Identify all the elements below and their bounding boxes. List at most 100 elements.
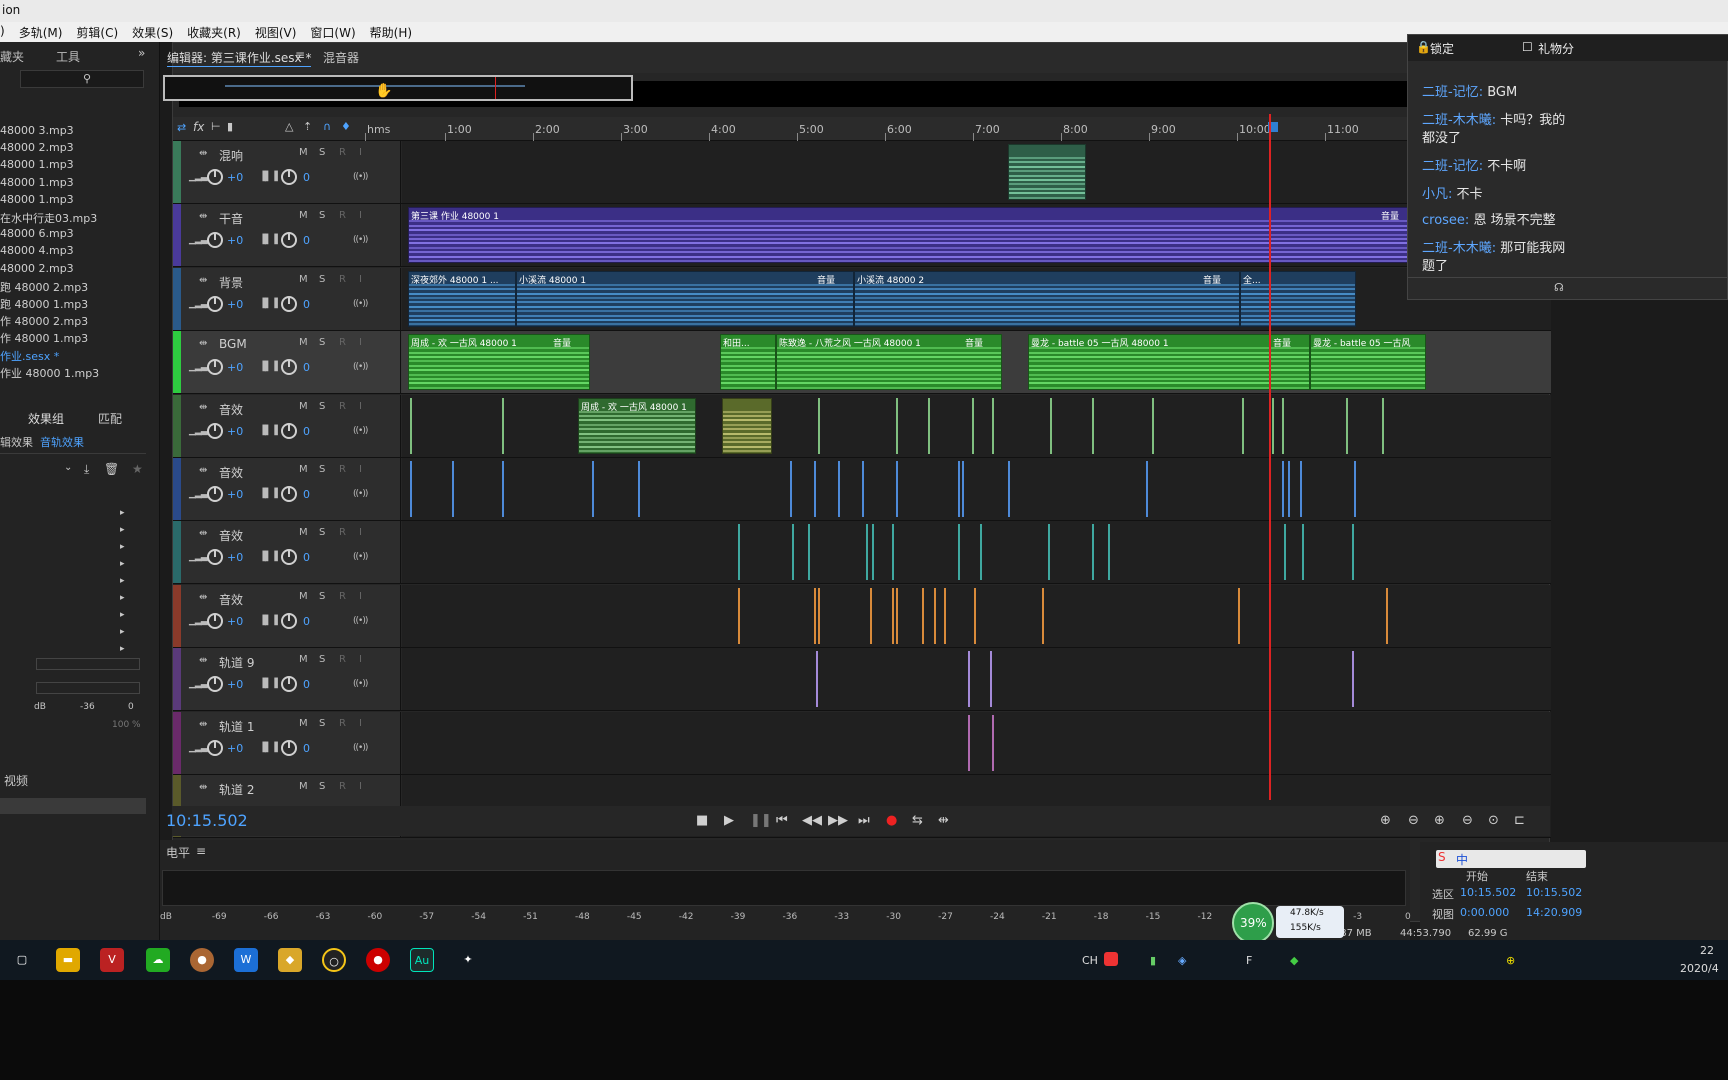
sfx-clip[interactable] [814,461,816,517]
audio-clip[interactable]: 全... [1240,270,1356,327]
zoom-in-amplitude-icon[interactable]: ⊕ [1380,813,1391,828]
read-automation-icon[interactable]: ((•)) [353,426,368,436]
volume-knob[interactable] [207,232,223,249]
record-app-icon[interactable]: ● [366,948,390,972]
clock-time[interactable]: 22 [1700,944,1714,957]
zoom-full-icon[interactable]: ⊙ [1488,813,1499,828]
pan-knob[interactable] [281,612,297,629]
sfx-clip[interactable] [944,587,946,644]
arm-record-button[interactable]: R [339,781,346,792]
sfx-clip[interactable] [1354,461,1356,517]
zoom-out-amplitude-icon[interactable]: ⊖ [1408,813,1419,828]
zoom-out-time-icon[interactable]: ⊖ [1462,813,1473,828]
eq-icon[interactable]: ▮ [227,120,233,133]
pan-value[interactable]: 0 [303,488,310,501]
volume-knob[interactable] [207,295,223,312]
avatar-app-icon[interactable]: ● [190,948,214,972]
input-monitor-button[interactable]: I [359,464,362,475]
track-name[interactable]: 轨道 9 [219,654,254,671]
sfx-clip[interactable] [872,524,874,581]
sfx-clip[interactable] [808,524,810,581]
volume-value[interactable]: +0 [227,551,243,564]
pan-knob[interactable] [281,739,297,756]
sfx-clip[interactable] [862,461,864,517]
sfx-clip[interactable] [452,461,454,517]
file-list-item[interactable]: 48000 2.mp3 [0,141,74,154]
pan-knob[interactable] [281,486,297,502]
volume-knob[interactable] [207,549,223,566]
selection-end[interactable]: 10:15.502 [1526,886,1582,899]
chat-username[interactable]: 二班-木木曦: [1422,241,1496,256]
rewind-button[interactable]: ◀◀ [802,813,822,828]
sfx-clip[interactable] [1386,587,1388,644]
mute-button[interactable]: M [299,274,308,285]
menu-effects[interactable]: 效果(S) [125,22,180,42]
read-automation-icon[interactable]: ((•)) [353,299,368,309]
zoom-selection-icon[interactable]: ⊏ [1514,813,1525,828]
volume-value[interactable]: +0 [227,171,243,184]
mute-button[interactable]: M [299,210,308,221]
game-icon[interactable]: ◆ [278,948,302,972]
metronome-icon[interactable]: △ [285,120,293,133]
sfx-clip[interactable] [934,587,936,644]
audio-clip[interactable]: 和田... [720,334,776,391]
shield-icon[interactable]: ◆ [1290,954,1298,967]
arm-record-button[interactable]: R [339,337,346,348]
chat-username[interactable]: 小凡: [1422,187,1452,202]
arm-record-button[interactable]: R [339,718,346,729]
lock-icon[interactable]: 🔒 [1416,40,1431,54]
read-automation-icon[interactable]: ((•)) [353,362,368,372]
pan-knob[interactable] [281,422,297,439]
arm-record-button[interactable]: R [339,147,346,158]
sfx-clip[interactable] [792,524,794,581]
time-display[interactable]: 10:15.502 [166,811,248,830]
track-name[interactable]: 背景 [219,274,243,291]
track-header[interactable]: ⇹ 音效 M S R I ▁▂▃ +0 ▐▌▐ 0 ((•)) [173,458,401,520]
view-end[interactable]: 14:20.909 [1526,906,1582,919]
battery-icon[interactable]: ▮ [1150,954,1156,967]
sfx-clip[interactable] [1300,461,1302,517]
lock-label[interactable]: 锁定 [1430,40,1454,57]
track-name[interactable]: 音效 [219,401,243,418]
input-monitor-button[interactable]: I [359,401,362,412]
sfx-clip[interactable] [928,397,930,454]
menu-favorites[interactable]: 收藏夹(R) [180,22,248,42]
audio-clip[interactable]: 周成 - 欢 一古风 48000 1 音量 [408,334,590,391]
pan-knob[interactable] [281,549,297,566]
effect-slot-arrow-icon[interactable]: ▸ [120,559,125,569]
menu-multitrack[interactable]: 多轨(M) [12,22,70,42]
mute-button[interactable]: M [299,654,308,665]
track-header[interactable]: ⇹ 背景 M S R I ▁▂▃ +0 ▐▌▐ 0 ((•)) [173,267,401,330]
file-list-item[interactable]: 跑 48000 2.mp3 [0,279,88,295]
sfx-clip[interactable] [1238,587,1240,644]
sfx-clip[interactable] [1092,397,1094,454]
track-header[interactable]: ⇹ 干音 M S R I ▁▂▃ +0 ▐▌▐ 0 ((•)) [173,204,401,267]
sfx-clip[interactable] [1352,651,1354,708]
audio-clip[interactable]: 小溪流 48000 2 音量 [854,270,1240,327]
volume-knob[interactable] [207,422,223,439]
sfx-clip[interactable] [592,461,594,517]
track-header[interactable]: ⇹ 轨道 1 M S R I ▁▂▃ +0 ▐▌▐ 0 ((•)) [173,711,401,774]
sfx-clip[interactable] [502,461,504,517]
volume-knob[interactable] [207,359,223,376]
input-monitor-button[interactable]: I [359,654,362,665]
track-expand-icon[interactable]: ⇹ [199,528,207,539]
font-app-icon[interactable]: F [1246,954,1252,967]
track-name[interactable]: 干音 [219,210,243,227]
word-icon[interactable]: W [234,948,258,972]
sfx-clip[interactable] [990,651,992,708]
arm-record-button[interactable]: R [339,591,346,602]
input-monitor-button[interactable]: I [359,147,362,158]
network-icon[interactable]: ◈ [1178,954,1186,967]
track-lane[interactable] [402,141,1551,203]
track-expand-icon[interactable]: ⇹ [199,782,207,793]
arm-record-button[interactable]: R [339,527,346,538]
mute-button[interactable]: M [299,401,308,412]
sfx-clip[interactable] [958,461,960,517]
volume-value[interactable]: +0 [227,742,243,755]
sfx-clip[interactable] [1282,461,1284,517]
arm-record-button[interactable]: R [339,274,346,285]
sfx-clip[interactable] [838,461,840,517]
levels-menu-icon[interactable]: ≡ [196,844,206,858]
marker-icon[interactable]: ♦ [341,120,351,133]
